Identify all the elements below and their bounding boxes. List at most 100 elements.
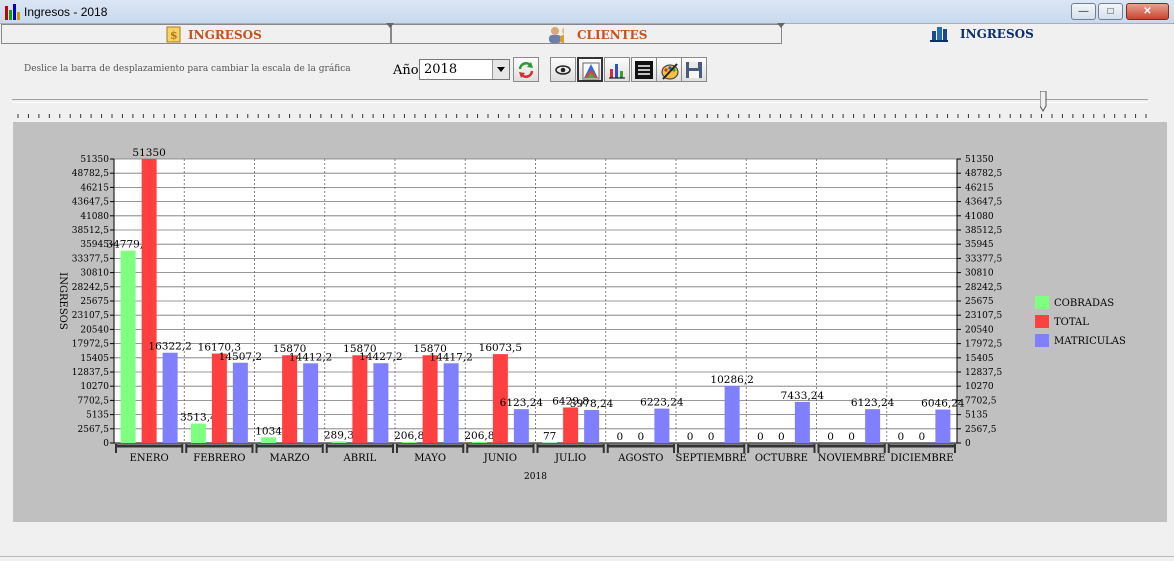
legend-button[interactable]	[631, 57, 657, 82]
data-label: 0	[827, 431, 834, 443]
bar-matriculas	[303, 363, 319, 443]
data-label: 0	[617, 431, 624, 443]
refresh-icon	[518, 62, 534, 78]
data-label: 77	[543, 431, 556, 443]
tab-separator	[386, 23, 394, 28]
x-axis-title: 2018	[524, 472, 547, 482]
legend-label: TOTAL	[1054, 317, 1089, 328]
tab-clientes[interactable]: CLIENTES	[391, 24, 782, 44]
y-tick-label: 30810	[80, 269, 109, 279]
bar-matriculas	[724, 386, 740, 443]
y-tick-label: 5135	[86, 411, 109, 421]
bar-cobradas	[331, 441, 347, 443]
year-select[interactable]: 2018	[419, 59, 510, 80]
x-tick-label: AGOSTO	[617, 453, 663, 464]
y-tick-label-right: 43647,5	[965, 198, 1002, 208]
svg-text:$: $	[170, 29, 178, 42]
close-button[interactable]: ✕	[1126, 3, 1169, 20]
maximize-button[interactable]: □	[1098, 3, 1123, 20]
window-title: Ingresos - 2018	[24, 5, 108, 19]
data-label: 6046,24	[921, 398, 965, 410]
list-icon	[635, 61, 653, 79]
app-icon	[4, 4, 20, 20]
y-tick-label-right: 20540	[965, 325, 994, 335]
y-tick-label-right: 46215	[965, 183, 994, 193]
data-label: 0	[687, 431, 694, 443]
y-tick-label: 41080	[80, 212, 109, 222]
refresh-button[interactable]	[513, 57, 539, 82]
data-label: 16073,5	[479, 342, 522, 354]
legend-swatch	[1035, 334, 1049, 347]
data-label: 14417,2	[429, 351, 472, 363]
data-label: 0	[778, 431, 785, 443]
y-tick-label-right: 10270	[965, 382, 994, 392]
tab-label: INGRESOS	[188, 28, 262, 42]
x-tick-label: MAYO	[414, 453, 446, 464]
y-tick-label-right: 51350	[965, 155, 994, 165]
y-tick-label: 28242,5	[72, 283, 109, 293]
data-label: 0	[708, 431, 715, 443]
bar-matriculas	[443, 363, 459, 443]
bar-chart-button[interactable]	[604, 57, 630, 82]
scale-slider-track[interactable]	[12, 99, 1148, 103]
y-tick-label: 2567,5	[78, 425, 110, 435]
bar-matriculas	[373, 363, 389, 443]
chart-style-button[interactable]	[577, 57, 603, 82]
title-bar: Ingresos - 2018 — □ ✕	[0, 0, 1174, 24]
year-label: Año	[393, 63, 419, 78]
minimize-button[interactable]: —	[1071, 3, 1096, 20]
y-tick-label: 51350	[80, 155, 109, 165]
slider-ticks	[17, 114, 1147, 118]
data-label: 1034	[255, 425, 282, 437]
tab-separator	[777, 23, 785, 28]
bar-matriculas	[513, 409, 529, 443]
money-icon: $	[166, 26, 181, 43]
data-label: 0	[638, 431, 645, 443]
x-tick-label: FEBRERO	[193, 453, 245, 464]
data-label: 3513,4	[180, 412, 217, 424]
data-label: 16322,2	[148, 341, 191, 353]
x-tick-label: MARZO	[270, 453, 310, 464]
y-tick-label: 43647,5	[72, 198, 109, 208]
bar-cobradas	[261, 437, 277, 443]
bar-total	[282, 355, 298, 443]
tab-strip: $ INGRESOS CLIENTES INGRESOS	[0, 23, 1174, 44]
building-icon	[930, 27, 948, 42]
data-label: 6123,24	[851, 397, 895, 409]
bar-total	[211, 353, 227, 443]
y-tick-label: 17972,5	[72, 340, 109, 350]
y-tick-label-right: 48782,5	[965, 169, 1002, 179]
chart-panel: 0 0 2567,5 2567,5 5135 5135 7702,5 7702,5 10270 1…	[13, 122, 1167, 522]
palette-icon	[661, 63, 679, 80]
palette-button[interactable]	[656, 57, 682, 82]
bar-matriculas	[794, 401, 810, 443]
view-button[interactable]	[550, 57, 576, 82]
legend-label: COBRADAS	[1054, 298, 1114, 309]
data-label: 51350	[132, 147, 165, 159]
data-label: 206,8	[464, 430, 494, 442]
scale-slider-thumb[interactable]	[1040, 91, 1048, 112]
data-label: 10286,2	[710, 374, 753, 386]
save-button[interactable]	[681, 57, 707, 82]
y-tick-label: 23107,5	[72, 311, 109, 321]
bar-matriculas	[162, 352, 178, 443]
year-value: 2018	[424, 62, 458, 77]
y-tick-label-right: 17972,5	[965, 340, 1002, 350]
tab-ingresos-2[interactable]: INGRESOS	[782, 24, 1172, 44]
y-tick-label: 35945	[80, 240, 109, 250]
x-tick-label: NOVIEMBRE	[818, 453, 886, 464]
bar-total	[422, 355, 438, 443]
x-tick-label: SEPTIEMBRE	[676, 453, 747, 464]
data-label: 14412,2	[289, 351, 332, 363]
data-label: 0	[919, 431, 926, 443]
dropdown-arrow-icon[interactable]	[492, 60, 509, 79]
y-tick-label-right: 35945	[965, 240, 994, 250]
legend-swatch	[1035, 296, 1049, 309]
y-axis-title: INGRESOS	[57, 272, 68, 330]
y-tick-label-right: 30810	[965, 269, 994, 279]
y-tick-label-right: 7702,5	[965, 396, 997, 406]
tab-ingresos-1[interactable]: $ INGRESOS	[1, 24, 391, 44]
y-tick-label-right: 5135	[965, 411, 988, 421]
bar-matriculas	[865, 409, 881, 443]
y-tick-label-right: 28242,5	[965, 283, 1002, 293]
